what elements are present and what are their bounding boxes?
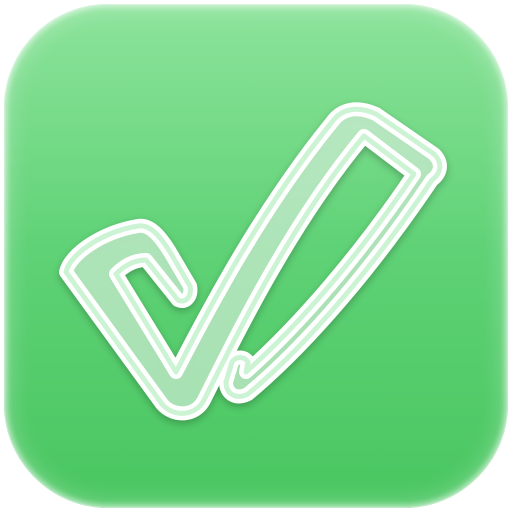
checkmark-icon (59, 102, 447, 421)
app-icon[interactable] (4, 4, 508, 508)
screen (0, 0, 512, 512)
